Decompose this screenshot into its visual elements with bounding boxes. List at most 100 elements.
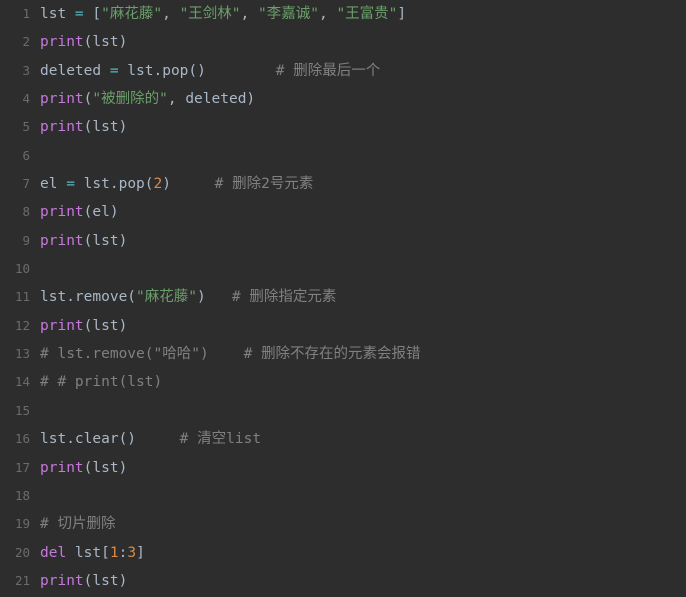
code-token: " xyxy=(92,91,102,108)
line-content: print(lst) xyxy=(30,113,127,141)
code-token: (lst) xyxy=(83,572,128,589)
code-token: (lst) xyxy=(83,232,128,249)
code-token: ) xyxy=(162,176,171,193)
code-line[interactable]: 3 deleted = lst.pop() # 删除最后一个 xyxy=(0,57,686,85)
code-line[interactable]: 13 # lst.remove("哈哈") # 删除不存在的元素会报错 xyxy=(0,340,686,368)
code-line[interactable]: 11 lst.remove("麻花藤") # 删除指定元素 xyxy=(0,283,686,311)
line-number: 17 xyxy=(14,459,30,475)
code-token: print xyxy=(40,204,84,221)
code-line[interactable]: 2 print(lst) xyxy=(0,28,686,56)
line-number: 20 xyxy=(14,544,30,560)
line-content: lst.clear() # 清空list xyxy=(30,425,261,453)
code-token: print xyxy=(40,119,84,136)
code-token: lst.clear() xyxy=(40,431,137,448)
line-content: # lst.remove("哈哈") # 删除不存在的元素会报错 xyxy=(30,340,421,368)
code-token: " xyxy=(188,289,197,306)
line-content: print(lst) xyxy=(30,312,127,340)
line-number: 18 xyxy=(14,487,30,503)
code-token: 1 xyxy=(109,544,119,561)
code-line[interactable]: 8 print(el) xyxy=(0,198,686,226)
code-token: 李嘉诚 xyxy=(266,6,311,22)
code-token: 删除最后一个 xyxy=(293,62,381,79)
line-content: # 切片删除 xyxy=(30,510,115,538)
code-token: " xyxy=(136,289,145,306)
code-line[interactable]: 5 print(lst) xyxy=(0,113,686,141)
line-number: 7 xyxy=(22,176,30,192)
code-token: ] xyxy=(397,6,407,22)
line-number: 12 xyxy=(14,317,30,333)
code-line[interactable]: 7 el = lst.pop(2) # 删除2号元素 xyxy=(0,170,686,198)
code-token: print xyxy=(40,91,84,108)
code-token: ) xyxy=(197,289,206,306)
line-number: 3 xyxy=(22,62,30,78)
code-token: # xyxy=(205,289,250,306)
code-token: 删除 xyxy=(232,176,262,193)
code-token: 哈哈 xyxy=(162,346,192,363)
code-token: = xyxy=(74,6,84,22)
code-token: # xyxy=(40,516,58,533)
code-token: = xyxy=(66,176,75,193)
line-content: print(lst) xyxy=(30,28,127,56)
code-token: 删除指定元素 xyxy=(249,289,337,306)
code-token: print xyxy=(40,572,84,589)
line-content: del lst[1:3] xyxy=(30,539,145,567)
code-token: list xyxy=(226,431,262,448)
code-editor-pane[interactable]: 1 lst = ["麻花藤", "王剑林", "李嘉诚", "王富贵"] 2 prin… xyxy=(0,0,686,597)
code-line[interactable]: 18 xyxy=(0,482,686,510)
code-token: 王剑林 xyxy=(188,6,232,22)
code-token: 号元素 xyxy=(269,176,314,193)
line-number: 21 xyxy=(14,572,30,588)
code-line[interactable]: 12 print(lst) xyxy=(0,312,686,340)
code-token: , deleted) xyxy=(167,91,256,108)
code-line[interactable]: 14 # # print(lst) xyxy=(0,368,686,396)
code-token: 麻花藤 xyxy=(144,289,189,306)
code-token: lst.remove( xyxy=(40,289,137,306)
code-token: del xyxy=(40,544,67,561)
line-number: 14 xyxy=(14,374,30,390)
code-token: 被删除的 xyxy=(101,91,160,108)
code-line[interactable]: 16 lst.clear() # 清空list xyxy=(0,425,686,453)
code-line[interactable]: 6 xyxy=(0,142,686,170)
code-token: = xyxy=(109,62,119,79)
line-content: print(lst) xyxy=(30,454,127,482)
code-token: [ xyxy=(83,6,102,22)
code-token: " xyxy=(310,6,319,22)
code-token: 3 xyxy=(127,544,137,561)
line-number: 16 xyxy=(14,431,30,447)
line-number: 13 xyxy=(14,346,30,362)
line-content: lst = ["麻花藤", "王剑林", "李嘉诚", "王富贵"] xyxy=(30,0,406,28)
code-token: print xyxy=(40,459,84,476)
code-lines-container[interactable]: 1 lst = ["麻花藤", "王剑林", "李嘉诚", "王富贵"] 2 prin… xyxy=(0,0,686,597)
line-number: 1 xyxy=(22,6,30,21)
code-token: # xyxy=(136,431,198,448)
code-token: 2 xyxy=(153,176,163,193)
line-number: 15 xyxy=(14,402,30,418)
line-number: 2 xyxy=(22,34,30,50)
code-token: " xyxy=(231,6,241,22)
line-content: deleted = lst.pop() # 删除最后一个 xyxy=(30,57,380,85)
line-number: 8 xyxy=(22,204,30,220)
line-content: lst.remove("麻花藤") # 删除指定元素 xyxy=(30,283,336,311)
code-token: (lst) xyxy=(83,459,128,476)
code-line[interactable]: 10 xyxy=(0,255,686,283)
code-line[interactable]: 4 print("被删除的", deleted) xyxy=(0,85,686,113)
code-line[interactable]: 15 xyxy=(0,397,686,425)
code-token: lst xyxy=(40,6,75,22)
code-token: (lst) xyxy=(83,34,128,51)
line-content: # # print(lst) xyxy=(30,368,162,396)
code-token: " xyxy=(159,91,168,108)
code-line[interactable]: 17 print(lst) xyxy=(0,454,686,482)
code-token: # xyxy=(170,176,233,193)
code-token: 王富贵 xyxy=(345,6,389,22)
line-number: 5 xyxy=(22,119,30,135)
line-number: 9 xyxy=(22,232,30,248)
code-token: , xyxy=(318,6,337,22)
code-token: 2 xyxy=(261,176,270,193)
code-line[interactable]: 21 print(lst) xyxy=(0,567,686,595)
code-line[interactable]: 20 del lst[1:3] xyxy=(0,539,686,567)
code-line[interactable]: 1 lst = ["麻花藤", "王剑林", "李嘉诚", "王富贵"] xyxy=(0,0,686,28)
code-line[interactable]: 19 # 切片删除 xyxy=(0,510,686,538)
line-content: el = lst.pop(2) # 删除2号元素 xyxy=(30,170,313,198)
line-content: print(el) xyxy=(30,198,119,226)
code-line[interactable]: 9 print(lst) xyxy=(0,227,686,255)
